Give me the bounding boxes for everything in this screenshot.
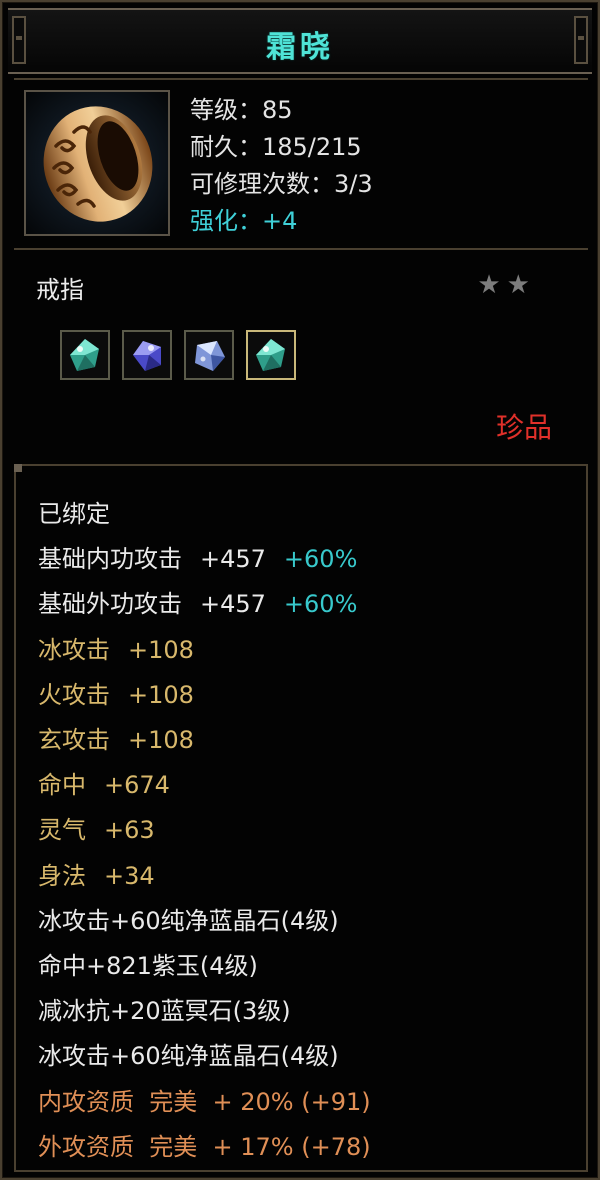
- gem-sockets: [60, 330, 296, 380]
- attr-bonus-percent: +60%: [283, 545, 358, 574]
- attr-fire-attack: 火攻击 +108: [38, 673, 371, 718]
- durability-stat: 耐久：185/215: [190, 133, 362, 161]
- attr-value: +108: [128, 680, 194, 709]
- attr-value: +108: [128, 635, 194, 664]
- gem-bonus-1: 冰攻击+60纯净蓝晶石(4级): [38, 906, 339, 935]
- attr-ice-attack: 冰攻击 +108: [38, 628, 371, 673]
- panel-corner-ornament: [14, 464, 22, 472]
- title-bar: 霜晓: [8, 8, 592, 74]
- green-crystal-icon: [256, 339, 285, 371]
- star-rating: ★★: [477, 270, 536, 300]
- gem-socket-2[interactable]: [122, 330, 172, 380]
- attr-value: +457: [200, 590, 266, 619]
- attr-outer-attack: 基础外功攻击 +457 +60%: [38, 582, 371, 627]
- attr-spirit: 灵气 +63: [38, 808, 371, 853]
- blue-stone-icon: [195, 341, 225, 371]
- attr-accuracy: 命中 +674: [38, 763, 371, 808]
- purple-jade-icon: [133, 341, 161, 371]
- attr-agility: 身法 +34: [38, 854, 371, 899]
- attr-inner-attack: 基础内功攻击 +457 +60%: [38, 537, 371, 582]
- inner-attack-quality: 内攻资质 完美 + 20% (+91): [38, 1087, 371, 1116]
- item-stats: 等级：85 耐久：185/215 可修理次数：3/3 强化：+4: [190, 92, 373, 240]
- rarity-label: 珍品: [495, 411, 552, 444]
- green-crystal-icon: [70, 339, 99, 371]
- attr-label: 玄攻击: [38, 726, 110, 755]
- gem-bonus-2: 命中+821紫玉(4级): [38, 952, 258, 981]
- gem-bonus-3: 减冰抗+20蓝冥石(3级): [38, 997, 291, 1026]
- attr-value: +457: [200, 545, 266, 574]
- attr-label: 命中: [38, 771, 86, 800]
- attr-value: +63: [104, 816, 155, 845]
- bound-status: 已绑定: [38, 500, 110, 528]
- item-header: 等级：85 耐久：185/215 可修理次数：3/3 强化：+4: [14, 78, 588, 250]
- item-type: 戒指: [36, 276, 84, 304]
- attr-value: +674: [104, 771, 170, 800]
- attr-label: 冰攻击: [38, 635, 110, 664]
- attr-label: 基础外功攻击: [38, 590, 182, 619]
- attr-label: 火攻击: [38, 680, 110, 709]
- gem-bonus-4: 冰攻击+60纯净蓝晶石(4级): [38, 1042, 339, 1071]
- gem-socket-3[interactable]: [184, 330, 234, 380]
- repair-count-stat: 可修理次数：3/3: [190, 170, 373, 198]
- gem-socket-4[interactable]: [246, 330, 296, 380]
- attr-label: 身法: [38, 861, 86, 890]
- attr-value: +108: [128, 726, 194, 755]
- item-tooltip: 霜晓 等级：85 耐久：185/215 可修理次数：3/3 强化：+4 戒指 ★…: [0, 0, 600, 1180]
- attr-bonus-percent: +60%: [283, 590, 358, 619]
- gem-socket-1[interactable]: [60, 330, 110, 380]
- attr-label: 灵气: [38, 816, 86, 845]
- level-stat: 等级：85: [190, 96, 293, 124]
- item-name: 霜晓: [266, 30, 334, 65]
- attribute-panel: 已绑定 基础内功攻击 +457 +60% 基础外功攻击 +457 +60% 冰攻击 +10…: [14, 464, 588, 1172]
- ring-icon: [24, 90, 170, 236]
- attr-label: 基础内功攻击: [38, 545, 182, 574]
- attr-value: +34: [104, 861, 155, 890]
- enhance-stat: 强化：+4: [190, 207, 298, 235]
- outer-attack-quality: 外攻资质 完美 + 17% (+78): [38, 1132, 371, 1161]
- attr-xuan-attack: 玄攻击 +108: [38, 718, 371, 763]
- attribute-list: 已绑定 基础内功攻击 +457 +60% 基础外功攻击 +457 +60% 冰攻击 +10…: [38, 492, 371, 1170]
